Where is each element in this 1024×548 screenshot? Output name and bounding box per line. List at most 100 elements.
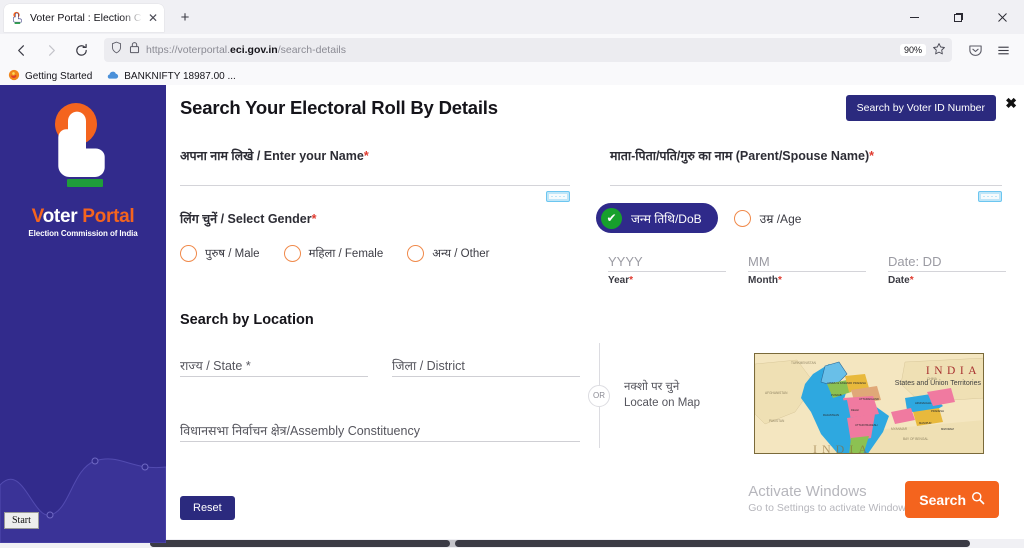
assembly-constituency-input[interactable]: [180, 420, 580, 442]
parent-spouse-field-label: माता-पिता/पति/गुरु का नाम (Parent/Spouse…: [610, 149, 875, 163]
new-tab-button[interactable]: +: [174, 6, 196, 28]
maximize-icon[interactable]: [936, 0, 980, 34]
date-of-birth-fields: Year* Month* Date*: [608, 253, 1008, 286]
bookmark-getting-started[interactable]: Getting Started: [8, 69, 92, 84]
day-input[interactable]: [888, 253, 1006, 272]
name-input[interactable]: [180, 167, 570, 186]
shield-icon[interactable]: [110, 41, 123, 59]
voter-portal-favicon: [10, 11, 24, 25]
forward-icon[interactable]: [38, 37, 64, 63]
state-input[interactable]: [180, 355, 368, 377]
tab-close-icon[interactable]: ✕: [148, 12, 158, 24]
voter-portal-logo[interactable]: Voter Portal Election Commission of Indi…: [0, 85, 166, 238]
bookmark-star-icon[interactable]: [932, 42, 946, 58]
dob-option[interactable]: ✔ जन्म तिथि/DoB: [596, 203, 718, 233]
page-viewport: Voter Portal Election Commission of Indi…: [0, 85, 1024, 543]
tab-strip: Voter Portal : Election Commiss ✕ +: [0, 0, 1024, 34]
svg-text:UTTARAKHAND: UTTARAKHAND: [859, 397, 879, 401]
gender-option-male[interactable]: पुरुष / Male: [180, 245, 260, 262]
start-button[interactable]: Start: [4, 512, 39, 529]
month-field-group: Month*: [748, 253, 866, 286]
or-divider: OR: [584, 343, 614, 448]
district-field-group: [392, 355, 580, 377]
address-bar[interactable]: https://voterportal.eci.gov.in/search-de…: [104, 38, 952, 62]
svg-text:PRADESH: PRADESH: [931, 409, 944, 413]
radio-circle-icon[interactable]: [283, 245, 301, 262]
search-button[interactable]: Search: [905, 481, 999, 518]
name-field-label: अपना नाम लिखे / Enter your Name*: [180, 149, 369, 163]
month-sublabel: Month*: [748, 275, 782, 286]
radio-circle-icon[interactable]: [407, 245, 425, 262]
year-sublabel: Year*: [608, 275, 634, 286]
parent-spouse-field-group: माता-पिता/पति/गुरु का नाम (Parent/Spouse…: [610, 147, 1002, 202]
reset-button[interactable]: Reset: [180, 496, 235, 520]
locate-on-map-label[interactable]: नक्शो पर चुने Locate on Map: [624, 380, 700, 411]
search-button-label: Search: [919, 491, 966, 508]
reload-icon[interactable]: [68, 37, 94, 63]
minimize-icon[interactable]: [892, 0, 936, 34]
browser-tab[interactable]: Voter Portal : Election Commiss ✕: [4, 4, 164, 32]
gender-radio-group: पुरुष / Male महिला / Female अन्य / Other: [180, 245, 580, 262]
locate-on-map-english: Locate on Map: [624, 396, 701, 409]
dob-option-label: जन्म तिथि/DoB: [631, 211, 702, 226]
scrollbar-thumb[interactable]: [150, 540, 450, 547]
close-window-icon[interactable]: [980, 0, 1024, 34]
bookmark-label: Getting Started: [25, 71, 93, 82]
location-row-1: [180, 355, 590, 377]
assembly-field-group: [180, 420, 580, 442]
check-icon: ✔: [601, 207, 622, 229]
month-input[interactable]: [748, 253, 866, 272]
firefox-icon: [8, 69, 20, 84]
browser-window: Voter Portal : Election Commiss ✕ +: [0, 0, 1024, 548]
virtual-keyboard-icon[interactable]: [546, 191, 570, 202]
close-icon[interactable]: ✖: [1005, 96, 1017, 110]
scrollbar-thumb-2[interactable]: [455, 540, 970, 547]
magnifier-icon: [971, 491, 985, 508]
age-option[interactable]: उम्र /Age: [733, 209, 802, 227]
age-option-label: उम्र /Age: [759, 211, 802, 226]
or-badge: OR: [588, 384, 610, 407]
radio-circle-icon[interactable]: [733, 209, 751, 227]
svg-text:PAKISTAN: PAKISTAN: [769, 419, 785, 423]
svg-text:MANIPUR: MANIPUR: [919, 421, 931, 425]
gender-option-label: अन्य / Other: [432, 248, 490, 260]
bookmark-banknifty[interactable]: BANKNIFTY 18987.00 ...: [106, 70, 236, 83]
activate-windows-line2: Go to Settings to activate Windows.: [748, 502, 914, 514]
svg-text:RAJASTHAN: RAJASTHAN: [823, 413, 839, 417]
search-by-voter-id-button[interactable]: Search by Voter ID Number: [845, 95, 996, 121]
day-sublabel: Date*: [888, 275, 914, 286]
gender-option-female[interactable]: महिला / Female: [283, 245, 383, 262]
toolbar-right-actions: [962, 37, 1016, 63]
search-by-location-title: Search by Location: [180, 312, 314, 328]
radio-circle-icon[interactable]: [180, 245, 197, 262]
main-content: Search Your Electoral Roll By Details Se…: [166, 85, 1024, 543]
page-title: Search Your Electoral Roll By Details: [180, 97, 498, 118]
year-input[interactable]: [608, 253, 726, 272]
locate-on-map-hindi: नक्शो पर चुने: [624, 381, 680, 393]
parent-spouse-input[interactable]: [610, 167, 1002, 186]
svg-text:States and Union Territories: States and Union Territories: [895, 380, 982, 387]
activate-windows-line1: Activate Windows: [748, 483, 867, 500]
logo-hand-icon: [28, 99, 138, 204]
menu-icon[interactable]: [990, 37, 1016, 63]
gender-option-label: पुरुष / Male: [205, 248, 260, 260]
back-icon[interactable]: [8, 37, 34, 63]
india-map-thumbnail[interactable]: TURKMENISTAN AFGHANISTAN PAKISTAN CHINA …: [754, 353, 984, 454]
virtual-keyboard-icon[interactable]: [978, 191, 1002, 202]
logo-subtitle: Election Commission of India: [28, 229, 138, 238]
window-controls: [892, 0, 1024, 34]
gender-option-other[interactable]: अन्य / Other: [407, 245, 489, 262]
gender-field-group: लिंग चुनें / Select Gender* पुरुष / Male…: [180, 210, 580, 262]
logo-oter: oter: [42, 206, 78, 227]
zoom-level-badge[interactable]: 90%: [899, 44, 926, 56]
lock-icon[interactable]: [129, 41, 140, 59]
activate-windows-watermark: Activate Windows Go to Settings to activ…: [748, 483, 914, 514]
district-input[interactable]: [392, 355, 580, 377]
bookmark-label: BANKNIFTY 18987.00 ...: [124, 71, 236, 82]
logo-wordmark: Voter Portal: [0, 206, 166, 228]
logo-v: V: [31, 206, 43, 227]
tab-title: Voter Portal : Election Commiss: [30, 12, 142, 24]
pocket-icon[interactable]: [962, 37, 988, 63]
navigation-toolbar: https://voterportal.eci.gov.in/search-de…: [0, 34, 1024, 66]
svg-text:PRADESH: PRADESH: [853, 381, 866, 385]
